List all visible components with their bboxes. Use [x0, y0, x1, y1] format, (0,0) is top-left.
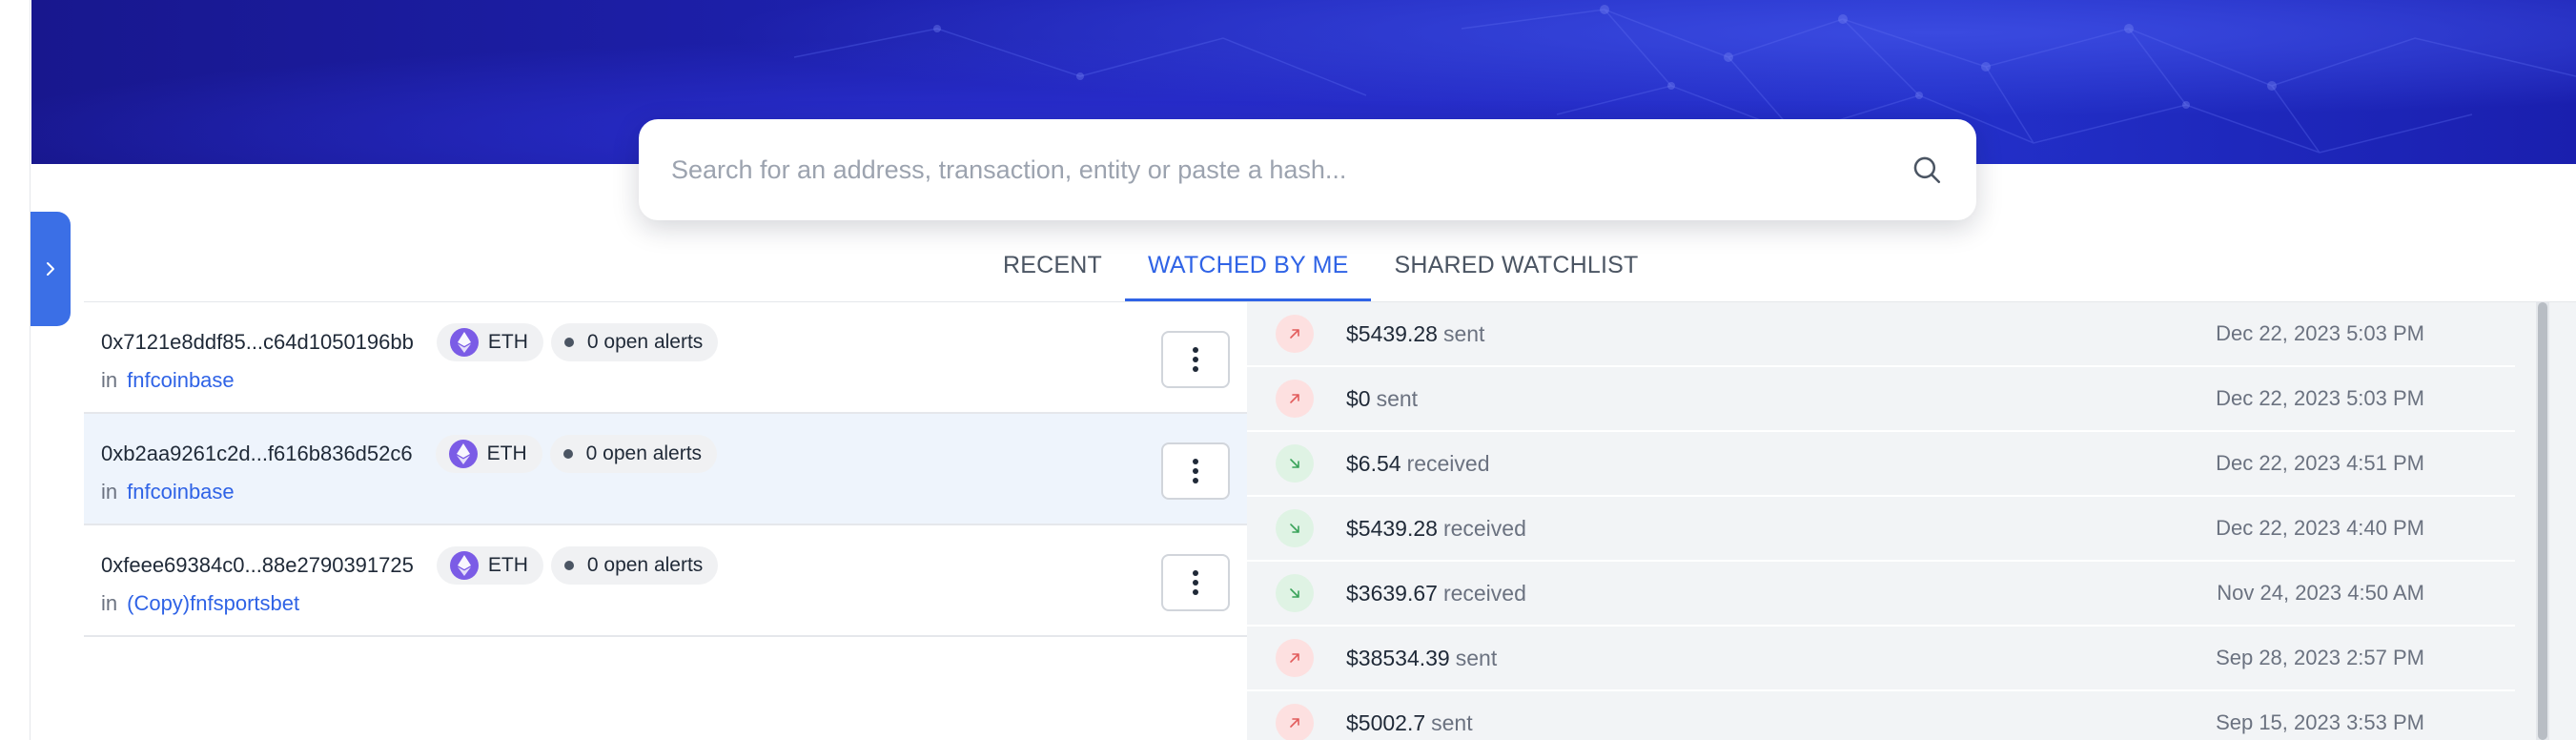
row-menu-button[interactable]: [1161, 442, 1230, 500]
search-input[interactable]: [671, 154, 1910, 185]
arrow-down-right-icon: [1276, 444, 1314, 483]
alerts-badge: 0 open alerts: [549, 435, 718, 473]
transaction-row[interactable]: $38534.39 sent Sep 28, 2023 2:57 PM: [1247, 627, 2515, 691]
search-icon[interactable]: [1910, 153, 1944, 187]
arrow-up-right-icon: [1276, 380, 1314, 418]
transaction-row[interactable]: $6.54 received Dec 22, 2023 4:51 PM: [1247, 432, 2515, 497]
watch-row[interactable]: 0xfeee69384c0...88e2790391725 ETH 0 open…: [84, 525, 1247, 637]
transaction-amount: $0: [1346, 385, 1371, 411]
status-dot-icon: [563, 338, 574, 347]
transaction-list: $5439.28 sent Dec 22, 2023 5:03 PM $0 se…: [1247, 302, 2515, 740]
transaction-type: received: [1442, 580, 1526, 606]
address-text: 0xfeee69384c0...88e2790391725: [101, 553, 414, 577]
transaction-amount: $5439.28: [1346, 515, 1438, 541]
transaction-type: sent: [1431, 709, 1473, 735]
scrollbar-thumb[interactable]: [2538, 302, 2547, 740]
arrow-up-right-icon: [1276, 315, 1314, 353]
transactions-panel: $5439.28 sent Dec 22, 2023 5:03 PM $0 se…: [1247, 302, 2576, 740]
entity-link[interactable]: (Copy)fnfsportsbet: [127, 591, 299, 615]
alerts-label: 0 open alerts: [586, 554, 704, 576]
entity-link[interactable]: fnfcoinbase: [127, 368, 235, 392]
watch-row[interactable]: 0xb2aa9261c2d...f616b836d52c6 ETH 0 open…: [84, 414, 1247, 525]
transaction-date: Dec 22, 2023 5:03 PM: [2216, 321, 2424, 345]
transaction-row[interactable]: $5439.28 received Dec 22, 2023 4:40 PM: [1247, 497, 2515, 562]
transaction-row[interactable]: $5439.28 sent Dec 22, 2023 5:03 PM: [1247, 302, 2515, 367]
kebab-menu-icon: [1193, 568, 1198, 597]
chain-label: ETH: [486, 442, 527, 464]
chain-badge: ETH: [435, 435, 542, 473]
row-menu-button[interactable]: [1161, 331, 1230, 388]
arrow-down-right-icon: [1276, 509, 1314, 547]
alerts-label: 0 open alerts: [585, 442, 703, 464]
transaction-type: sent: [1376, 385, 1419, 411]
kebab-menu-icon: [1193, 345, 1198, 374]
transaction-date: Dec 22, 2023 4:40 PM: [2216, 516, 2424, 540]
transaction-amount: $5439.28: [1346, 320, 1438, 346]
transaction-amount: $38534.39: [1346, 645, 1450, 670]
in-label: in: [101, 368, 118, 392]
transaction-date: Dec 22, 2023 5:03 PM: [2216, 386, 2424, 410]
status-dot-icon: [563, 561, 574, 570]
tab-shared-watchlist[interactable]: SHARED WATCHLIST: [1371, 242, 1661, 301]
chevron-right-icon: [47, 262, 54, 276]
chain-label: ETH: [487, 331, 528, 353]
transaction-type: received: [1406, 450, 1490, 476]
transaction-row[interactable]: $5002.7 sent Sep 15, 2023 3:53 PM: [1247, 691, 2515, 740]
ethereum-icon: [449, 551, 479, 580]
arrow-down-right-icon: [1276, 574, 1314, 612]
alerts-badge: 0 open alerts: [550, 323, 719, 361]
address-text: 0xb2aa9261c2d...f616b836d52c6: [101, 442, 413, 465]
kebab-menu-icon: [1193, 457, 1198, 485]
transaction-row[interactable]: $0 sent Dec 22, 2023 5:03 PM: [1247, 367, 2515, 432]
in-label: in: [101, 480, 118, 504]
search-bar: [639, 119, 1976, 220]
alerts-badge: 0 open alerts: [550, 546, 719, 585]
transaction-amount: $6.54: [1346, 450, 1401, 476]
tab-recent[interactable]: RECENT: [980, 242, 1125, 301]
arrow-up-right-icon: [1276, 704, 1314, 740]
chain-badge: ETH: [436, 546, 543, 585]
transaction-date: Sep 28, 2023 2:57 PM: [2216, 646, 2424, 669]
watch-list: 0x7121e8ddf85...c64d1050196bb ETH 0 open…: [84, 302, 1247, 637]
arrow-up-right-icon: [1276, 639, 1314, 677]
watch-tabs: RECENT WATCHED BY ME SHARED WATCHLIST: [980, 242, 1661, 301]
transaction-amount: $5002.7: [1346, 709, 1426, 735]
transaction-type: sent: [1442, 320, 1485, 346]
transaction-type: received: [1442, 515, 1526, 541]
ethereum-icon: [448, 440, 478, 468]
ethereum-icon: [449, 328, 479, 357]
tab-watched-by-me[interactable]: WATCHED BY ME: [1124, 242, 1372, 301]
transaction-date: Dec 22, 2023 4:51 PM: [2216, 451, 2424, 475]
chain-badge: ETH: [436, 323, 543, 361]
status-dot-icon: [562, 449, 573, 459]
transaction-date: Sep 15, 2023 3:53 PM: [2216, 710, 2424, 734]
left-gutter: [0, 0, 31, 740]
in-label: in: [101, 591, 118, 615]
expand-sidebar-button[interactable]: [31, 212, 71, 326]
chain-label: ETH: [487, 554, 528, 576]
watch-row[interactable]: 0x7121e8ddf85...c64d1050196bb ETH 0 open…: [84, 302, 1247, 414]
transaction-amount: $3639.67: [1346, 580, 1438, 606]
transaction-row[interactable]: $3639.67 received Nov 24, 2023 4:50 AM: [1247, 562, 2515, 627]
transaction-type: sent: [1455, 645, 1498, 670]
alerts-label: 0 open alerts: [586, 331, 704, 353]
row-menu-button[interactable]: [1161, 554, 1230, 611]
entity-link[interactable]: fnfcoinbase: [127, 480, 235, 504]
address-text: 0x7121e8ddf85...c64d1050196bb: [101, 330, 414, 354]
transaction-date: Nov 24, 2023 4:50 AM: [2217, 581, 2424, 605]
